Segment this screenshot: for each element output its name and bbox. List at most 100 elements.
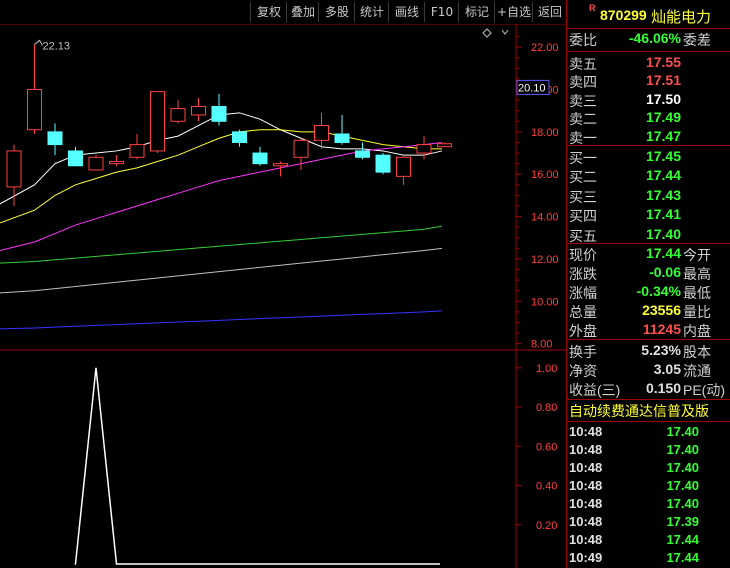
fundamental-label: 收益(三) bbox=[569, 382, 621, 398]
ask-row: 卖一 17.47 bbox=[567, 127, 730, 147]
quote-header: R 870299 灿能电力 bbox=[567, 0, 730, 29]
candle-body bbox=[109, 161, 124, 165]
order-ratio-value: -46.06% bbox=[628, 30, 681, 46]
overlay-button[interactable]: 叠加 bbox=[286, 2, 319, 22]
stat-value: 17.44 bbox=[645, 245, 681, 261]
fundamental-label: 换手 bbox=[569, 344, 597, 360]
candle-body bbox=[375, 154, 391, 173]
ma250-line bbox=[0, 310, 443, 330]
tick-time: 10:48 bbox=[569, 514, 603, 529]
fundamental-right-label: PE(动) bbox=[683, 382, 725, 398]
divider bbox=[567, 399, 730, 400]
diamond-icon bbox=[482, 28, 492, 38]
statistics-button[interactable]: 统计 bbox=[354, 2, 389, 22]
tick-row: 10:49 17.44 bbox=[567, 549, 730, 567]
tick-time: 10:48 bbox=[569, 460, 603, 475]
moving-averages bbox=[0, 112, 443, 330]
tick-row: 10:48 17.40 bbox=[567, 423, 730, 441]
indicator-line bbox=[74, 367, 440, 565]
indicator-tick-label: 0.60 bbox=[536, 441, 557, 453]
tick-row: 10:48 17.40 bbox=[567, 477, 730, 495]
bid-row: 买一 17.45 bbox=[567, 147, 730, 167]
f10-button[interactable]: F10 bbox=[424, 2, 459, 22]
stat-row: 涨幅 -0.34% 最低 bbox=[567, 282, 730, 302]
candle-body bbox=[293, 139, 309, 158]
restore-rights-button[interactable]: 复权 bbox=[250, 2, 287, 22]
renewal-banner[interactable]: 自动续费通达信普及版 bbox=[569, 401, 709, 421]
ask-row: 卖二 17.49 bbox=[567, 108, 730, 128]
candle-body bbox=[252, 152, 268, 165]
divider bbox=[567, 339, 730, 340]
bid-label: 买四 bbox=[569, 208, 597, 225]
divider bbox=[567, 421, 730, 422]
stat-value: -0.34% bbox=[636, 283, 681, 299]
stat-label: 涨跌 bbox=[569, 266, 597, 282]
bid-label: 买一 bbox=[569, 150, 597, 166]
ma120-line bbox=[0, 247, 443, 294]
candle-body bbox=[314, 125, 329, 141]
candle-body bbox=[6, 150, 22, 188]
tick-time: 10:48 bbox=[569, 442, 603, 457]
fundamental-right-label: 流通 bbox=[683, 363, 711, 379]
stock-flag: R bbox=[589, 3, 596, 13]
stat-right-label: 最低 bbox=[683, 285, 711, 301]
tick-time: 10:49 bbox=[569, 550, 603, 565]
fundamental-value: 3.05 bbox=[653, 361, 681, 377]
tick-row: 10:48 17.40 bbox=[567, 441, 730, 459]
stock-code: 870299 bbox=[600, 7, 647, 23]
add-watchlist-button[interactable]: +自选 bbox=[494, 2, 533, 22]
bid-row: 买五 17.40 bbox=[567, 225, 730, 245]
candle-body bbox=[396, 156, 411, 177]
bid-row: 买四 17.41 bbox=[567, 205, 730, 225]
tick-row: 10:48 17.44 bbox=[567, 531, 730, 549]
max-marker bbox=[34, 39, 43, 46]
candle-body bbox=[191, 105, 206, 116]
bid-label: 买二 bbox=[569, 169, 597, 186]
ask-value: 17.50 bbox=[645, 90, 681, 107]
mark-button[interactable]: 标记 bbox=[458, 2, 495, 22]
price-tick-label: 22.00 bbox=[531, 42, 559, 54]
multi-stock-button[interactable]: 多股 bbox=[318, 2, 355, 22]
tick-price: 17.40 bbox=[666, 424, 699, 439]
divider bbox=[567, 51, 730, 52]
tick-price: 17.40 bbox=[666, 442, 699, 457]
max-annotation: 22.13 bbox=[43, 40, 71, 52]
stat-value: -0.06 bbox=[649, 264, 681, 280]
candle-body bbox=[211, 105, 227, 122]
stat-row: 涨跌 -0.06 最高 bbox=[567, 263, 730, 283]
candle-body bbox=[68, 150, 83, 167]
stat-right-label: 量比 bbox=[683, 304, 711, 320]
bid-row: 买三 17.43 bbox=[567, 186, 730, 206]
price-axis: 22.0020.0018.0016.0014.0012.0010.008.002… bbox=[516, 36, 559, 351]
tick-row: 10:48 17.40 bbox=[567, 495, 730, 513]
fundamental-row: 收益(三) 0.150 PE(动) bbox=[567, 379, 730, 399]
stat-row: 现价 17.44 今开 bbox=[567, 244, 730, 264]
bid-row: 买二 17.44 bbox=[567, 166, 730, 186]
ask-row: 卖四 17.51 bbox=[567, 71, 730, 91]
tick-time: 10:48 bbox=[569, 496, 603, 511]
tick-price: 17.44 bbox=[666, 550, 699, 565]
ask-row: 卖五 17.55 bbox=[567, 53, 730, 73]
tick-price: 17.44 bbox=[666, 532, 699, 547]
price-tick-label: 18.00 bbox=[531, 127, 559, 139]
toolbar: 复权 叠加 多股 统计 画线 F10 标记 +自选 返回 bbox=[0, 0, 566, 24]
quote-panel: R 870299 灿能电力 委比 -46.06% 委差 卖五 17.55 卖四 17.… bbox=[567, 0, 730, 568]
chart-grid bbox=[0, 24, 566, 568]
stat-label: 外盘 bbox=[569, 323, 597, 339]
tick-row: 10:48 17.39 bbox=[567, 513, 730, 531]
tick-price: 17.40 bbox=[666, 478, 699, 493]
stat-right-label: 内盘 bbox=[683, 323, 711, 339]
tick-time: 10:48 bbox=[569, 478, 603, 493]
indicator-panel: 1.00 0.80 0.60 0.40 0.20 bbox=[74, 363, 557, 565]
price-tick-label: 10.00 bbox=[531, 296, 559, 308]
ma10-line bbox=[0, 129, 442, 224]
candle-body bbox=[355, 150, 370, 158]
ask-value: 17.47 bbox=[645, 127, 681, 144]
candle-body bbox=[150, 91, 165, 152]
draw-line-button[interactable]: 画线 bbox=[388, 2, 425, 22]
back-button[interactable]: 返回 bbox=[532, 2, 567, 22]
candles: 22.13 bbox=[6, 39, 452, 206]
tick-price: 17.39 bbox=[666, 514, 699, 529]
bid-value: 17.44 bbox=[645, 167, 681, 184]
price-chart[interactable]: 22.13 22.0020.0018.0016.0014.0012.0010.0… bbox=[0, 24, 566, 568]
